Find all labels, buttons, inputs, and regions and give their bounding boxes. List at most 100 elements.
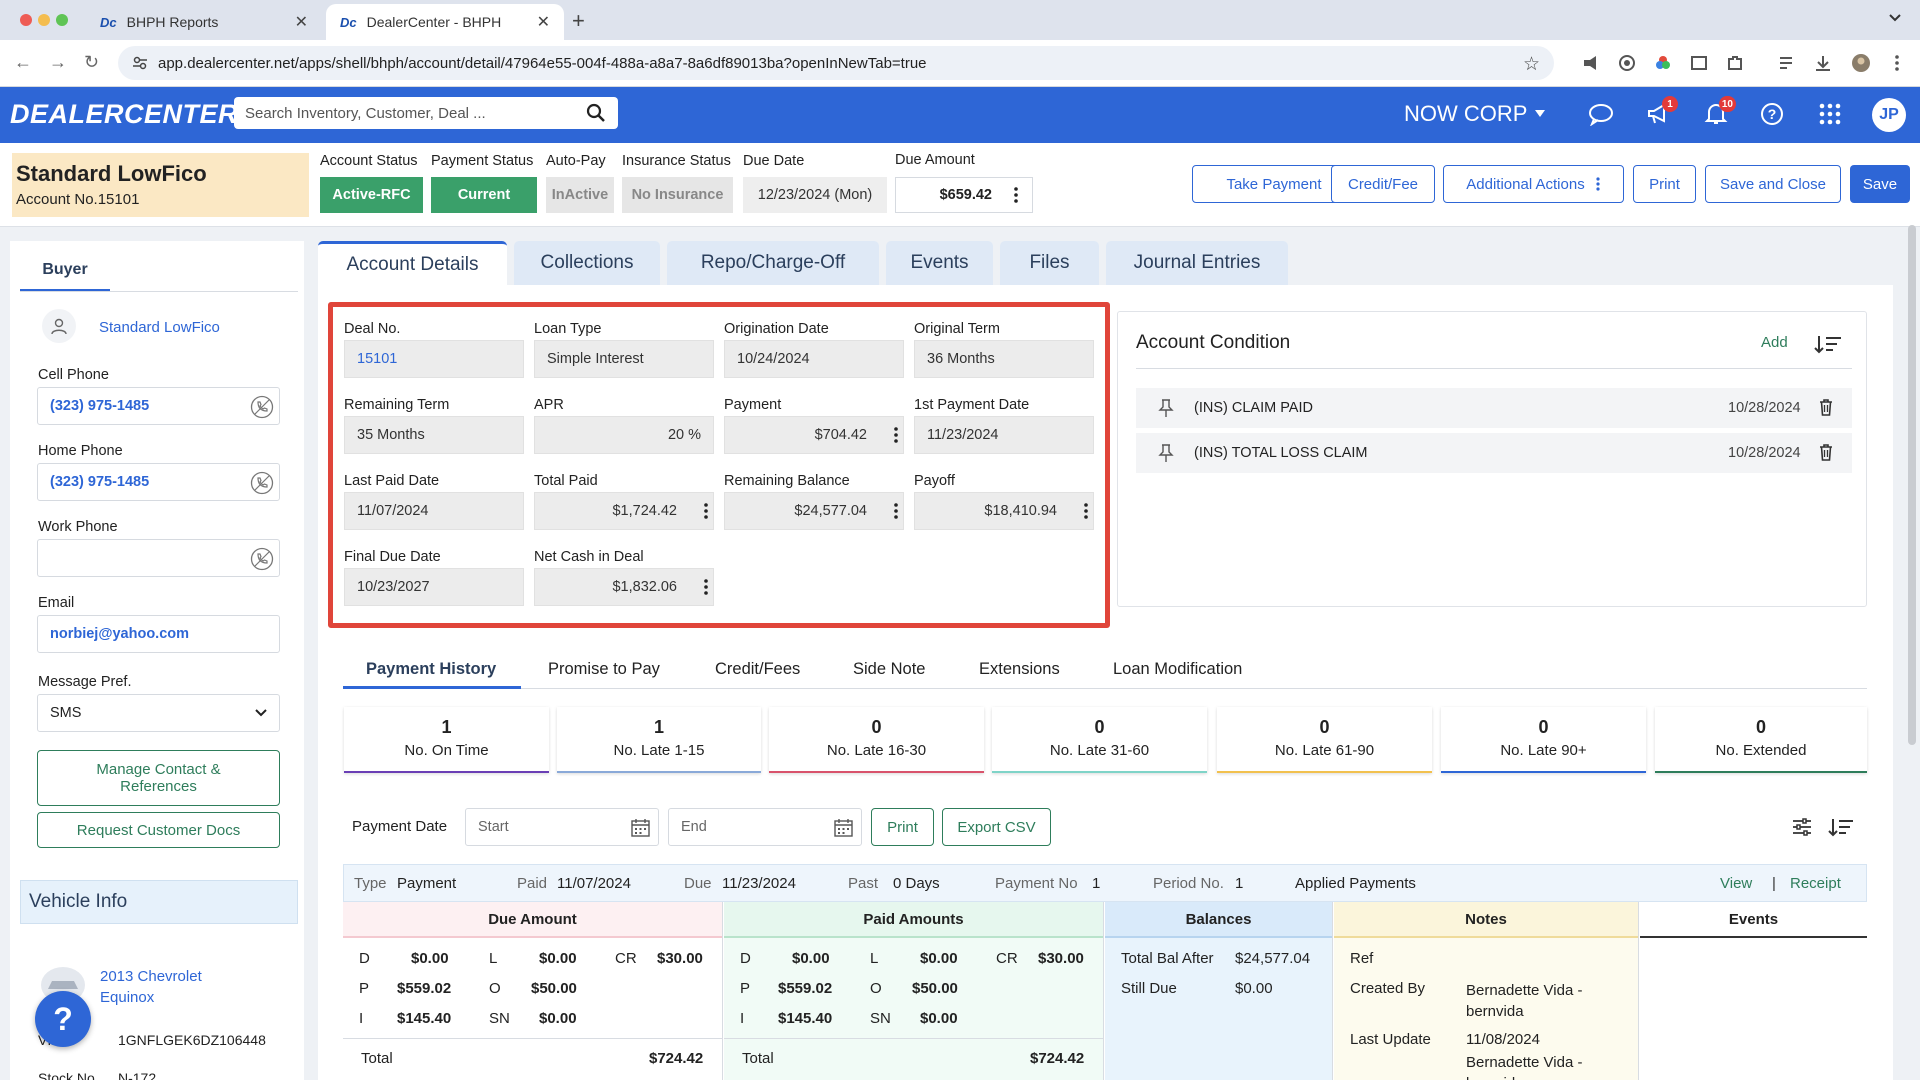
start-date-input[interactable]: Start	[465, 808, 659, 846]
manage-contact-references-button[interactable]: Manage Contact & References	[37, 750, 280, 806]
apps-grid-icon[interactable]	[1818, 102, 1842, 126]
account-status-badge[interactable]: Active-RFC	[320, 177, 423, 213]
announcement-megaphone-icon[interactable]: 1	[1646, 96, 1678, 126]
tab-side-note[interactable]: Side Note	[853, 660, 925, 679]
url-input[interactable]: app.dealercenter.net/apps/shell/bhph/acc…	[118, 46, 1554, 80]
home-phone-field[interactable]: (323) 975-1485	[37, 463, 280, 501]
reload-icon[interactable]: ↻	[84, 52, 99, 73]
calendar-icon[interactable]	[631, 818, 650, 837]
message-pref-select[interactable]: SMS	[37, 694, 280, 732]
page-scrollbar[interactable]	[1908, 225, 1916, 745]
tab-repo-charge-off[interactable]: Repo/Charge-Off	[667, 241, 879, 285]
forward-arrow-icon[interactable]: →	[49, 52, 67, 73]
cell-phone-field[interactable]: (323) 975-1485	[37, 387, 280, 425]
company-selector[interactable]: NOW CORP	[1404, 101, 1546, 127]
new-tab-button[interactable]: +	[572, 8, 585, 34]
export-csv-button[interactable]: Export CSV	[942, 808, 1051, 846]
tab-files[interactable]: Files	[1000, 241, 1099, 285]
add-condition-button[interactable]: Add	[1761, 334, 1788, 351]
color-extension-icon[interactable]	[1654, 54, 1672, 72]
chevron-down-icon[interactable]	[1888, 10, 1902, 24]
screenshot-icon[interactable]	[1690, 54, 1708, 72]
trash-icon[interactable]	[1819, 444, 1833, 461]
insurance-status-badge[interactable]: No Insurance	[622, 177, 733, 213]
minimize-window-button[interactable]	[38, 14, 50, 26]
vehicle-name-link[interactable]: 2013 Chevrolet Equinox	[100, 966, 220, 1008]
receipt-link[interactable]: Receipt	[1790, 875, 1841, 892]
pin-icon[interactable]	[1158, 398, 1174, 418]
sn-label: SN	[870, 1010, 891, 1027]
profile-avatar[interactable]	[1852, 54, 1870, 72]
dealercenter-logo[interactable]: DEALERCENTER	[10, 99, 238, 130]
more-vertical-icon[interactable]	[893, 502, 899, 520]
trash-icon[interactable]	[1819, 399, 1833, 416]
pin-icon[interactable]	[1158, 443, 1174, 463]
extension-icon[interactable]	[1582, 54, 1600, 72]
site-settings-icon[interactable]	[132, 55, 148, 71]
chat-icon[interactable]	[1588, 102, 1614, 126]
request-customer-docs-button[interactable]: Request Customer Docs	[37, 812, 280, 848]
reading-list-icon[interactable]	[1778, 54, 1796, 72]
help-chat-button[interactable]: ?	[35, 991, 91, 1047]
tab-buyer[interactable]: Buyer	[20, 261, 110, 292]
calendar-icon[interactable]	[834, 818, 853, 837]
work-phone-field[interactable]	[37, 539, 280, 577]
due-amount-more-icon[interactable]	[1013, 186, 1019, 204]
additional-actions-button[interactable]: Additional Actions	[1443, 165, 1624, 203]
browser-tab-bhph-reports[interactable]: Dc BHPH Reports ✕	[86, 4, 322, 40]
tab-payment-history[interactable]: Payment History	[366, 660, 496, 679]
close-window-button[interactable]	[20, 14, 32, 26]
bookmark-star-icon[interactable]: ☆	[1523, 53, 1540, 76]
search-icon[interactable]	[586, 103, 606, 123]
download-icon[interactable]	[1814, 54, 1832, 72]
autopay-status-badge[interactable]: InActive	[546, 177, 614, 213]
payment-record-header: Type Payment Paid 11/07/2024 Due 11/23/2…	[343, 864, 1867, 902]
phone-call-icon[interactable]	[250, 395, 274, 419]
tab-account-details[interactable]: Account Details	[318, 241, 507, 285]
view-link[interactable]: View	[1720, 875, 1752, 892]
sort-icon[interactable]	[1828, 817, 1854, 837]
back-arrow-icon[interactable]: ←	[14, 52, 32, 73]
due-total-label: Total	[361, 1050, 393, 1067]
maximize-window-button[interactable]	[56, 14, 68, 26]
buyer-name-link[interactable]: Standard LowFico	[99, 319, 220, 336]
more-vertical-icon[interactable]	[1083, 502, 1089, 520]
notification-bell-icon[interactable]: 10	[1704, 96, 1736, 126]
print-history-button[interactable]: Print	[871, 808, 934, 846]
sort-icon[interactable]	[1814, 334, 1842, 354]
tab-credit-fees[interactable]: Credit/Fees	[715, 660, 800, 679]
credit-fee-label: Credit/Fee	[1347, 175, 1419, 193]
phone-call-icon[interactable]	[250, 471, 274, 495]
message-pref-label: Message Pref.	[38, 674, 132, 690]
tab-loan-modification[interactable]: Loan Modification	[1113, 660, 1242, 679]
due-d-value: $0.00	[411, 950, 449, 967]
save-and-close-button[interactable]: Save and Close	[1705, 165, 1841, 203]
extensions-puzzle-icon[interactable]	[1726, 54, 1744, 72]
more-vertical-icon[interactable]	[1888, 54, 1906, 72]
filter-settings-icon[interactable]	[1792, 817, 1812, 837]
stat-color-bar	[992, 771, 1207, 773]
end-date-input[interactable]: End	[668, 808, 862, 846]
credit-fee-button[interactable]: Credit/Fee	[1331, 165, 1435, 203]
tab-journal-entries[interactable]: Journal Entries	[1106, 241, 1288, 285]
phone-call-icon[interactable]	[250, 547, 274, 571]
close-icon[interactable]: ✕	[295, 12, 308, 32]
save-button[interactable]: Save	[1850, 165, 1910, 203]
tab-promise-to-pay[interactable]: Promise to Pay	[548, 660, 660, 679]
browser-tab-dealercenter-bhph[interactable]: Dc DealerCenter - BHPH ✕	[326, 4, 564, 40]
extension-icon[interactable]	[1618, 54, 1636, 72]
deal-no-link[interactable]: 15101	[344, 340, 524, 378]
help-question-icon[interactable]: ?	[1760, 102, 1784, 126]
global-search-input[interactable]: Search Inventory, Customer, Deal ...	[234, 97, 618, 129]
tab-events[interactable]: Events	[886, 241, 993, 285]
user-avatar[interactable]: JP	[1872, 98, 1906, 132]
email-field[interactable]: norbiej@yahoo.com	[37, 615, 280, 653]
tab-collections[interactable]: Collections	[514, 241, 660, 285]
balances-column: Balances Total Bal After $24,577.04 Stil…	[1105, 902, 1333, 1080]
tab-extensions[interactable]: Extensions	[979, 660, 1060, 679]
close-icon[interactable]: ✕	[537, 12, 550, 32]
more-vertical-icon[interactable]	[893, 426, 899, 444]
more-vertical-icon[interactable]	[703, 578, 709, 596]
print-button[interactable]: Print	[1633, 165, 1696, 203]
more-vertical-icon[interactable]	[703, 502, 709, 520]
